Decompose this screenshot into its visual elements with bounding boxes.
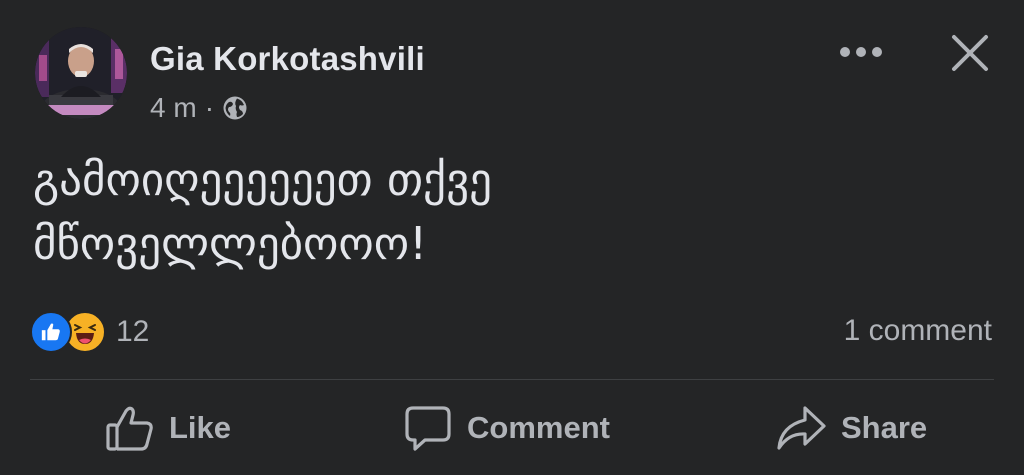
profile-photo — [35, 27, 127, 119]
like-button[interactable]: Like — [105, 400, 231, 456]
post-text: გამოიღეეეეეეთ თქვე მწოველლებოოო! — [33, 153, 493, 270]
thumbs-up-icon — [106, 406, 153, 451]
share-arrow-icon — [777, 406, 826, 450]
share-button[interactable]: Share — [775, 400, 927, 456]
comment-button[interactable]: Comment — [403, 400, 610, 456]
speech-bubble-icon — [405, 406, 451, 451]
more-horizontal-icon — [840, 47, 882, 57]
globe-icon[interactable] — [222, 95, 248, 121]
post-card: Gia Korkotashvili 4 m · გამოიღეეეეეეთ თქ… — [0, 0, 1024, 475]
close-icon — [952, 35, 988, 71]
post-meta: 4 m · — [150, 91, 248, 125]
meta-separator: · — [204, 92, 215, 123]
post-time[interactable]: 4 m — [150, 92, 197, 124]
like-reaction-icon — [30, 311, 72, 353]
reaction-count: 12 — [116, 315, 150, 348]
comment-label: Comment — [467, 410, 610, 445]
author-avatar[interactable] — [35, 27, 127, 119]
share-label: Share — [841, 410, 928, 445]
author-name[interactable]: Gia Korkotashvili — [150, 40, 425, 78]
close-button[interactable] — [945, 28, 995, 78]
divider — [30, 379, 994, 380]
comment-count-link[interactable]: 1 comment — [844, 314, 992, 348]
reactions-summary[interactable]: 12 — [30, 311, 150, 353]
like-label: Like — [169, 410, 232, 445]
more-options-button[interactable] — [835, 34, 887, 70]
